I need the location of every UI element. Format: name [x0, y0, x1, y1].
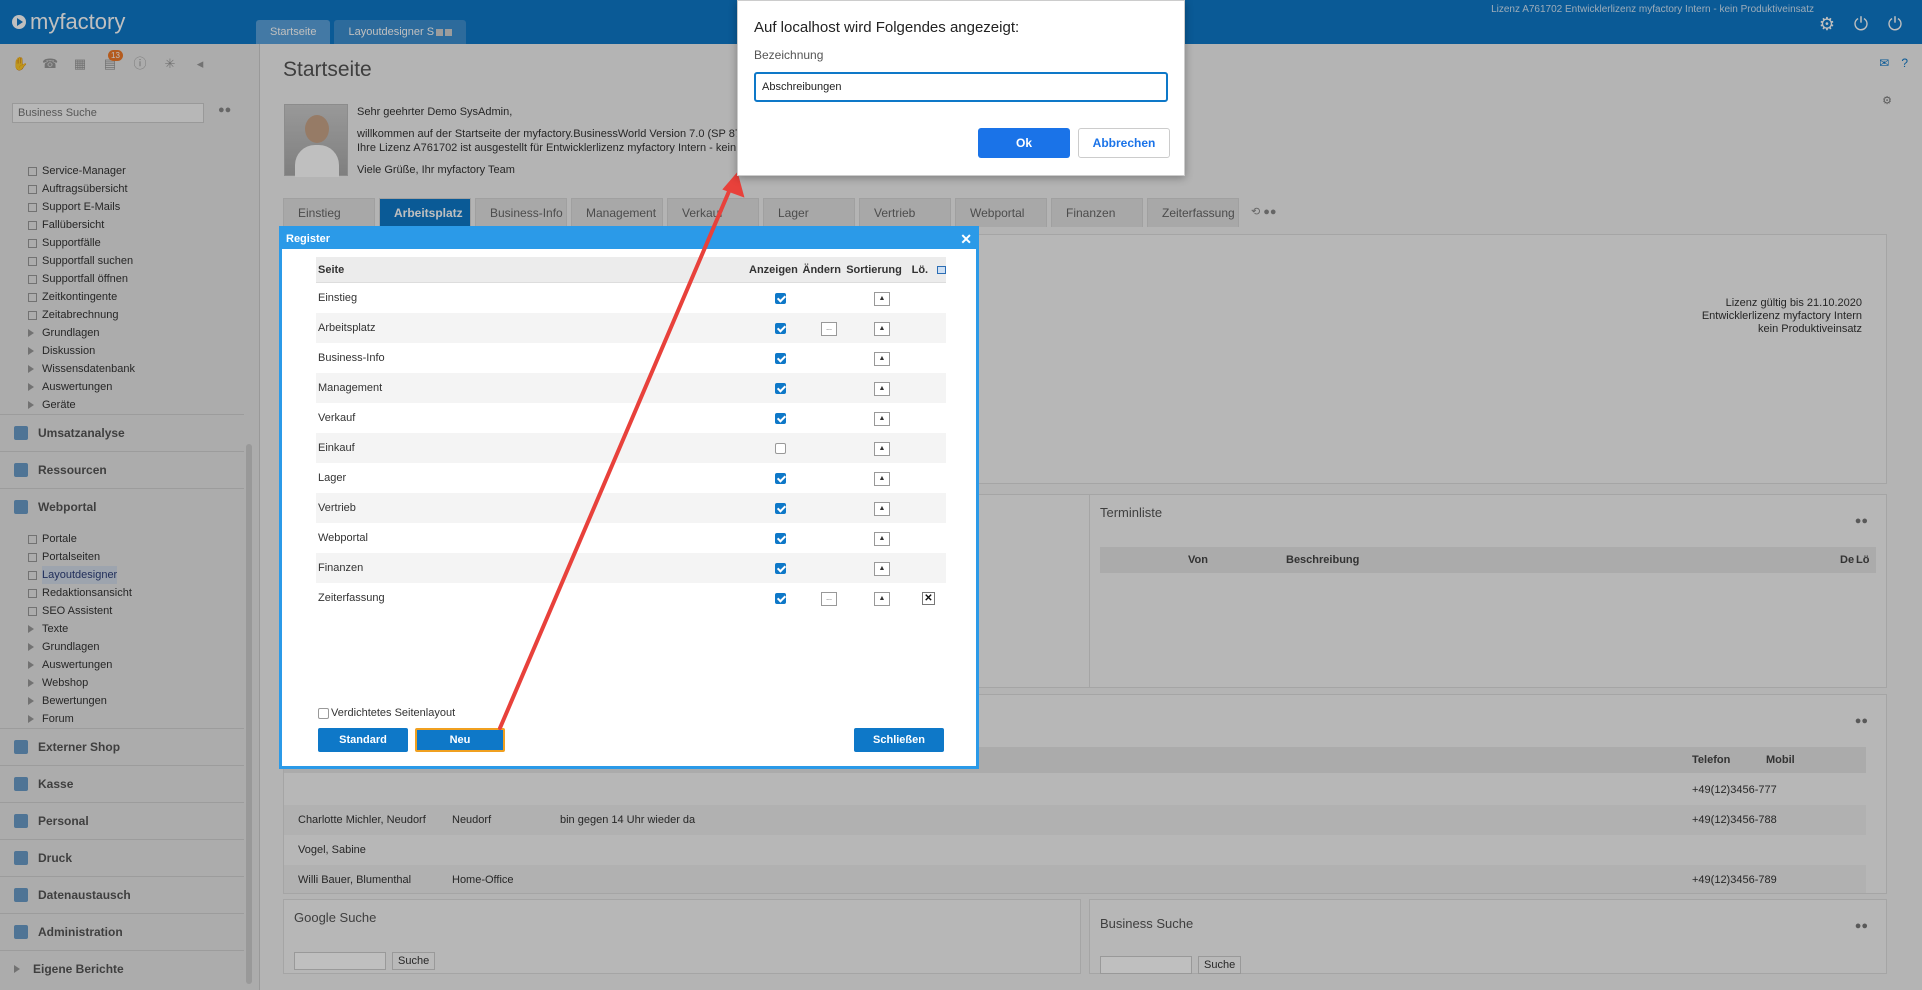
- col-anzeigen: Anzeigen: [749, 263, 798, 276]
- sort-cell: ▲: [853, 291, 911, 306]
- edit-button[interactable]: ...: [821, 591, 837, 606]
- register-row[interactable]: Business-Info ▲: [316, 343, 946, 373]
- anzeigen-cell: [755, 292, 805, 304]
- browser-prompt-dialog: Auf localhost wird Folgendes angezeigt: …: [737, 0, 1185, 176]
- anzeigen-cell: [755, 502, 805, 514]
- sort-cell: ▲: [853, 351, 911, 366]
- register-row[interactable]: Vertrieb ▲: [316, 493, 946, 523]
- anzeigen-cell: [755, 562, 805, 574]
- register-table-header: Seite Anzeigen Ändern Sortierung Lö.: [316, 257, 946, 283]
- close-icon[interactable]: ✕: [960, 229, 972, 249]
- sort-cell: ▲: [853, 321, 911, 336]
- register-row-seite: Einstieg: [318, 292, 358, 304]
- register-row-seite: Einkauf: [318, 442, 355, 454]
- delete-cell: ✕: [911, 591, 946, 605]
- anzeigen-cell: [755, 382, 805, 394]
- register-row-seite: Zeiterfassung: [318, 592, 385, 604]
- register-rows: Einstieg ▲ Arbeitsplatz... ▲ Business-Info ▲ M…: [316, 283, 946, 613]
- move-up-icon[interactable]: ▲: [874, 561, 890, 576]
- anzeigen-cell: [755, 322, 805, 334]
- ok-button[interactable]: Ok: [978, 128, 1070, 158]
- aendern-cell: ...: [805, 321, 853, 336]
- anzeigen-checkbox[interactable]: [774, 292, 786, 304]
- move-up-icon[interactable]: ▲: [874, 381, 890, 396]
- move-up-icon[interactable]: ▲: [874, 591, 890, 606]
- col-sortierung: Sortierung: [846, 263, 902, 276]
- anzeigen-cell: [755, 472, 805, 484]
- move-up-icon[interactable]: ▲: [874, 321, 890, 336]
- move-up-icon[interactable]: ▲: [874, 351, 890, 366]
- anzeigen-checkbox[interactable]: [774, 382, 786, 394]
- anzeigen-checkbox[interactable]: [774, 442, 786, 454]
- anzeigen-checkbox[interactable]: [774, 472, 786, 484]
- sort-cell: ▲: [853, 381, 911, 396]
- anzeigen-cell: [755, 442, 805, 454]
- register-row-seite: Verkauf: [318, 412, 356, 424]
- standard-button[interactable]: Standard: [318, 728, 408, 752]
- move-up-icon[interactable]: ▲: [874, 291, 890, 306]
- anzeigen-checkbox[interactable]: [774, 412, 786, 424]
- register-row-seite: Arbeitsplatz: [318, 322, 376, 334]
- sort-cell: ▲: [853, 501, 911, 516]
- cancel-button[interactable]: Abbrechen: [1078, 128, 1170, 158]
- anzeigen-checkbox[interactable]: [774, 592, 786, 604]
- compact-layout-label: Verdichtetes Seitenlayout: [331, 707, 456, 719]
- register-row[interactable]: Verkauf ▲: [316, 403, 946, 433]
- move-up-icon[interactable]: ▲: [874, 471, 890, 486]
- anzeigen-checkbox[interactable]: [774, 502, 786, 514]
- move-up-icon[interactable]: ▲: [874, 411, 890, 426]
- anzeigen-cell: [755, 352, 805, 364]
- edit-button[interactable]: ...: [821, 321, 837, 336]
- aendern-cell: ...: [805, 591, 853, 606]
- register-dialog-header: Register ✕: [282, 229, 976, 249]
- sort-cell: ▲: [853, 411, 911, 426]
- delete-icon[interactable]: ✕: [922, 591, 935, 605]
- col-seite: Seite: [318, 263, 345, 276]
- schliessen-button[interactable]: Schließen: [854, 728, 944, 752]
- register-table: Seite Anzeigen Ändern Sortierung Lö. Ein…: [316, 257, 946, 613]
- anzeigen-checkbox[interactable]: [774, 532, 786, 544]
- register-row-seite: Business-Info: [318, 352, 385, 364]
- register-dialog: Register ✕ Seite Anzeigen Ändern Sortieru…: [279, 226, 979, 769]
- sort-cell: ▲: [853, 531, 911, 546]
- register-row-seite: Webportal: [318, 532, 368, 544]
- anzeigen-checkbox[interactable]: [774, 562, 786, 574]
- register-row[interactable]: Arbeitsplatz... ▲: [316, 313, 946, 343]
- register-row-seite: Vertrieb: [318, 502, 356, 514]
- sort-cell: ▲: [853, 471, 911, 486]
- register-row-seite: Lager: [318, 472, 347, 484]
- anzeigen-cell: [755, 412, 805, 424]
- col-aendern: Ändern: [802, 263, 842, 276]
- sort-cell: ▲: [853, 441, 911, 456]
- neu-button[interactable]: Neu: [415, 728, 505, 752]
- register-row[interactable]: Finanzen ▲: [316, 553, 946, 583]
- move-up-icon[interactable]: ▲: [874, 531, 890, 546]
- register-row[interactable]: Einkauf ▲: [316, 433, 946, 463]
- anzeigen-checkbox[interactable]: [774, 322, 786, 334]
- sort-cell: ▲: [853, 591, 911, 606]
- move-up-icon[interactable]: ▲: [874, 501, 890, 516]
- register-row[interactable]: Zeiterfassung... ▲ ✕: [316, 583, 946, 613]
- sort-cell: ▲: [853, 561, 911, 576]
- register-row-seite: Management: [318, 382, 383, 394]
- anzeigen-cell: [755, 592, 805, 604]
- register-row[interactable]: Lager ▲: [316, 463, 946, 493]
- anzeigen-checkbox[interactable]: [774, 352, 786, 364]
- prompt-label: Bezeichnung: [754, 48, 824, 62]
- col-loeschen: Lö.: [911, 263, 929, 276]
- prompt-input[interactable]: [754, 72, 1168, 102]
- register-row[interactable]: Management ▲: [316, 373, 946, 403]
- prompt-title: Auf localhost wird Folgendes angezeigt:: [754, 19, 1020, 36]
- anzeigen-cell: [755, 532, 805, 544]
- register-row[interactable]: Einstieg ▲: [316, 283, 946, 313]
- register-row[interactable]: Webportal ▲: [316, 523, 946, 553]
- compact-layout-checkbox[interactable]: [318, 707, 329, 719]
- register-row-seite: Finanzen: [318, 562, 364, 574]
- move-up-icon[interactable]: ▲: [874, 441, 890, 456]
- column-chooser-icon[interactable]: [937, 265, 946, 274]
- compact-layout-option[interactable]: Verdichtetes Seitenlayout: [318, 707, 455, 719]
- register-dialog-title: Register: [286, 233, 331, 245]
